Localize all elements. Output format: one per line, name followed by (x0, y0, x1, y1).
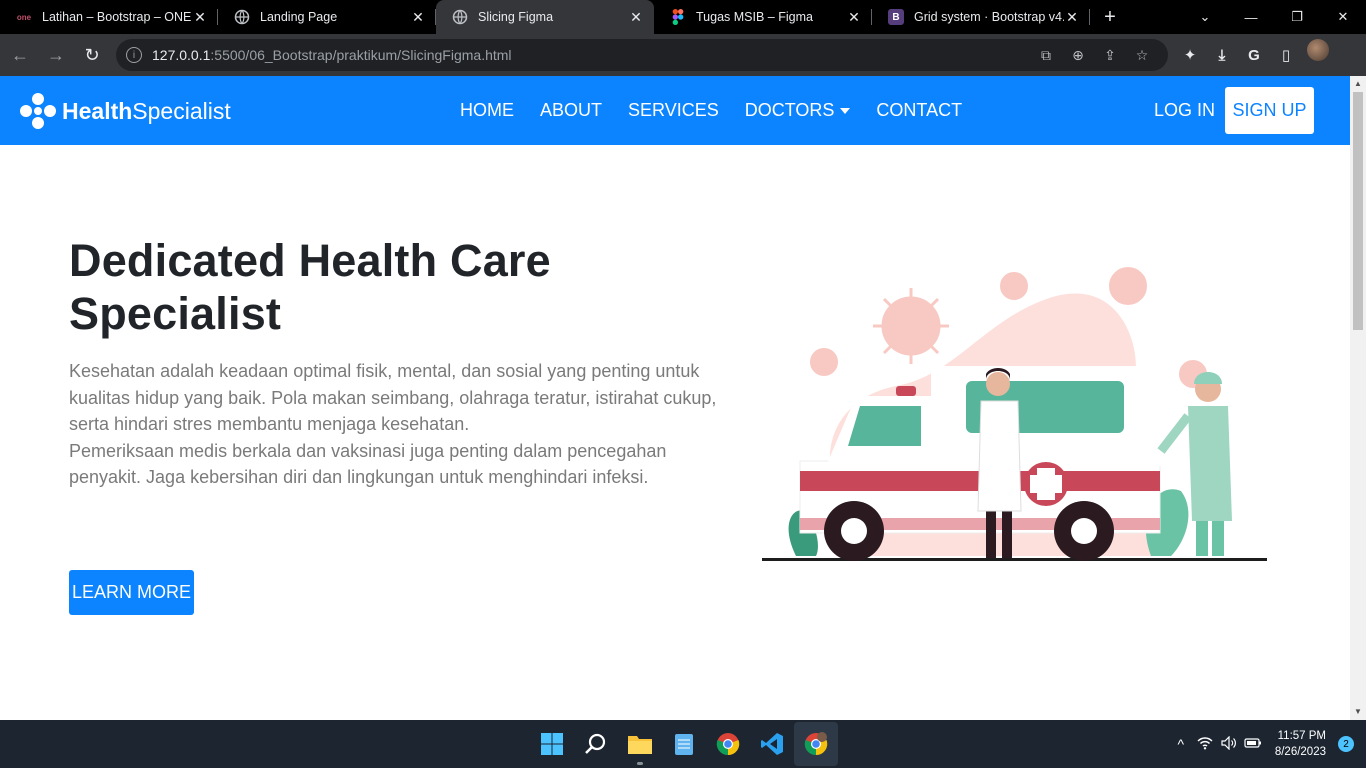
search-icon[interactable] (574, 722, 618, 766)
bookmark-star-icon[interactable]: ☆ (1126, 47, 1158, 64)
nav-home[interactable]: HOME (460, 100, 514, 121)
scroll-down-icon[interactable]: ▼ (1350, 704, 1366, 720)
site-brand[interactable]: Health Specialist (18, 91, 231, 131)
download-icon[interactable]: ⤓ (1206, 39, 1238, 71)
system-clock[interactable]: 11:57 PM 8/26/2023 (1275, 728, 1326, 760)
extensions-icon[interactable]: ✦ (1174, 39, 1206, 71)
nav-doctors-label: DOCTORS (744, 100, 835, 120)
tab-title: Tugas MSIB – Figma (696, 10, 813, 24)
share-icon[interactable]: ⇪ (1094, 47, 1126, 64)
bootstrap-icon: B (888, 9, 904, 25)
system-tray: ^ 11:57 PM 8/26/2023 2 (1169, 720, 1366, 768)
url-text[interactable]: 127.0.0.1:5500/06_Bootstrap/praktikum/Sl… (152, 47, 1030, 63)
page-scrollbar[interactable]: ▲ ▼ (1350, 76, 1366, 720)
tab-landing-page[interactable]: Landing Page ✕ (218, 0, 436, 34)
close-icon[interactable]: ✕ (628, 9, 644, 26)
volume-icon[interactable] (1217, 735, 1241, 753)
hero-title-line-1: Dedicated Health Care (69, 235, 551, 286)
learn-more-button[interactable]: LEARN MORE (69, 570, 194, 615)
notification-badge[interactable]: 2 (1338, 736, 1354, 752)
wifi-icon[interactable] (1193, 736, 1217, 753)
close-icon[interactable]: ✕ (410, 9, 426, 26)
globe-icon (452, 9, 468, 25)
brand-logo-icon (18, 91, 58, 131)
restore-button[interactable]: ❐ (1274, 0, 1320, 34)
scrollbar-thumb[interactable] (1353, 92, 1363, 330)
zoom-icon[interactable]: ⊕ (1062, 47, 1094, 64)
figma-icon (670, 9, 686, 25)
tab-slicing-figma[interactable]: Slicing Figma ✕ (436, 0, 654, 34)
hero-description: Kesehatan adalah keadaan optimal fisik, … (69, 358, 719, 491)
site-navbar: Health Specialist HOME ABOUT SERVICES DOC… (0, 76, 1350, 145)
virus-icon (873, 288, 949, 364)
battery-icon[interactable] (1241, 736, 1265, 752)
site-info-icon[interactable]: i (126, 47, 142, 63)
nav-about[interactable]: ABOUT (540, 100, 602, 121)
translate-icon[interactable]: ⧉ (1030, 47, 1062, 64)
tab-search-chevron-icon[interactable]: ⌄ (1182, 0, 1228, 34)
nav-contact[interactable]: CONTACT (876, 100, 962, 121)
nav-services[interactable]: SERVICES (628, 100, 719, 121)
globe-icon (234, 9, 250, 25)
web-page: Health Specialist HOME ABOUT SERVICES DOC… (0, 76, 1350, 720)
windows-taskbar: ^ 11:57 PM 8/26/2023 2 (0, 720, 1366, 768)
vscode-icon[interactable] (750, 722, 794, 766)
notepad-icon[interactable] (662, 722, 706, 766)
address-bar[interactable]: i 127.0.0.1:5500/06_Bootstrap/praktikum/… (116, 39, 1168, 71)
chevron-up-icon[interactable]: ^ (1169, 736, 1193, 752)
browser-toolbar: ← → ↻ i 127.0.0.1:5500/06_Bootstrap/prak… (0, 34, 1366, 76)
close-window-button[interactable]: ✕ (1320, 0, 1366, 34)
hero-paragraph-1: Kesehatan adalah keadaan optimal fisik, … (69, 361, 717, 434)
brand-name-light: Specialist (132, 97, 231, 124)
close-icon[interactable]: ✕ (192, 9, 208, 26)
profile-avatar-icon[interactable] (1307, 39, 1329, 61)
signup-button[interactable]: SIGN UP (1225, 87, 1314, 134)
chrome-icon[interactable] (706, 722, 750, 766)
nav-doctors-dropdown[interactable]: DOCTORS (745, 100, 851, 121)
chrome-profile-icon[interactable] (794, 722, 838, 766)
close-icon[interactable]: ✕ (1064, 9, 1080, 26)
grammarly-icon[interactable]: G (1238, 39, 1270, 71)
login-link[interactable]: LOG IN (1154, 100, 1215, 121)
main-nav: HOME ABOUT SERVICES DOCTORS CONTACT (447, 100, 975, 121)
brand-name-bold: Health (62, 97, 133, 124)
onebyone-icon: one (16, 12, 32, 22)
tab-title: Grid system · Bootstrap v4.6 (914, 10, 1064, 24)
ambulance-illustration (762, 267, 1267, 561)
minimize-button[interactable]: — (1228, 0, 1274, 34)
forward-button[interactable]: → (40, 39, 72, 71)
tab-title: Slicing Figma (478, 10, 554, 24)
tab-tugas-msib-figma[interactable]: Tugas MSIB – Figma ✕ (654, 0, 872, 34)
reload-button[interactable]: ↻ (76, 39, 108, 71)
browser-tab-strip: one Latihan – Bootstrap – ONE by ✕ Landi… (0, 0, 1366, 34)
caret-down-icon (840, 108, 851, 115)
tab-latihan-bootstrap[interactable]: one Latihan – Bootstrap – ONE by ✕ (0, 0, 218, 34)
new-tab-button[interactable]: + (1090, 0, 1130, 34)
tab-grid-system-bootstrap[interactable]: B Grid system · Bootstrap v4.6 ✕ (872, 0, 1090, 34)
clock-time: 11:57 PM (1277, 730, 1326, 742)
tab-title: Latihan – Bootstrap – ONE by (42, 10, 192, 24)
side-panel-icon[interactable]: ▯ (1270, 39, 1302, 71)
hero-title-line-2: Specialist (69, 288, 282, 339)
clock-date: 8/26/2023 (1274, 746, 1326, 758)
hero-paragraph-2: Pemeriksaan medis berkala dan vaksinasi … (69, 440, 667, 488)
file-explorer-icon[interactable] (618, 722, 662, 766)
tab-title: Landing Page (260, 10, 338, 24)
windows-start-icon[interactable] (530, 722, 574, 766)
hero-title: Dedicated Health Care Specialist (69, 234, 709, 340)
close-icon[interactable]: ✕ (846, 9, 862, 26)
back-button[interactable]: ← (4, 39, 36, 71)
scroll-up-icon[interactable]: ▲ (1350, 76, 1366, 92)
